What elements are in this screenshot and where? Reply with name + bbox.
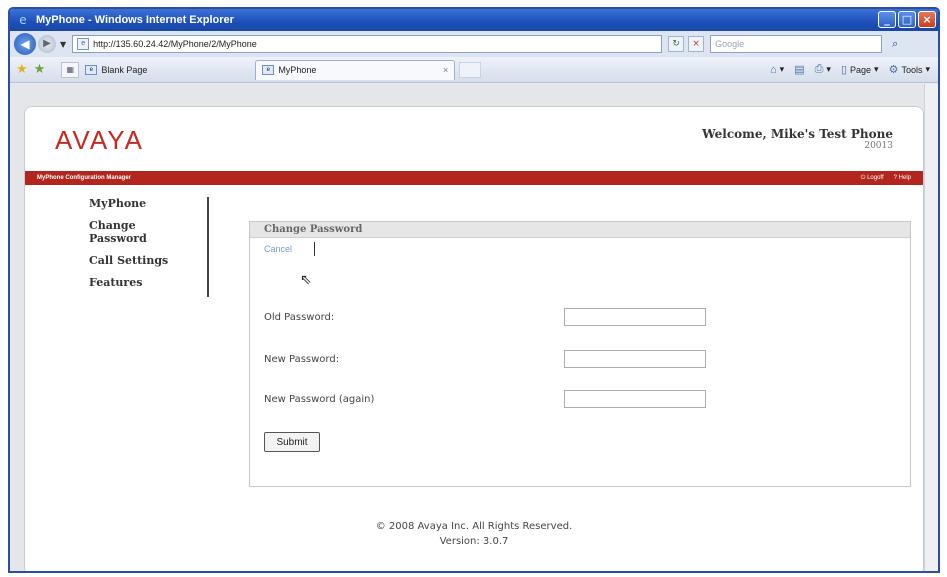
header-links: ⏻ Logoff ? Help [861, 175, 911, 182]
divider [314, 242, 315, 256]
tab-label: Blank Page [101, 64, 148, 75]
copyright-text: © 2008 Avaya Inc. All Rights Reserved. [375, 521, 573, 532]
browser-window: e MyPhone - Windows Internet Explorer _ … [8, 7, 940, 573]
sidebar-item-myphone[interactable]: MyPhone [89, 197, 207, 210]
feeds-button[interactable]: ▤ [794, 63, 804, 76]
version-text: Version: 3.0.7 [439, 536, 509, 547]
refresh-icon[interactable]: ↻ [668, 36, 685, 52]
submit-button[interactable]: Submit [264, 432, 320, 452]
avaya-logo: AVAYA [55, 125, 144, 155]
logoff-link[interactable]: ⏻ Logoff [861, 175, 884, 182]
tools-menu[interactable]: ⚙ Tools ▾ [889, 63, 930, 76]
search-input[interactable]: Google [710, 35, 883, 53]
tab-myphone[interactable]: e MyPhone × [255, 59, 456, 80]
page-icon: e [77, 38, 90, 50]
confirm-password-label: New Password (again) [264, 394, 375, 405]
address-tools: ↻ × [668, 36, 705, 52]
tab-row: ★ ★ ▦ e Blank Page e MyPhone × ⌂ ▾ ▤ ⎙ ▾ ▯… [10, 57, 938, 83]
new-tab-button[interactable] [459, 61, 482, 78]
change-password-panel: Change Password Cancel ⇖ Old Password: N… [249, 221, 911, 487]
command-bar: ⌂ ▾ ▤ ⎙ ▾ ▯ Page ▾ ⚙ Tools ▾ [770, 63, 938, 76]
welcome-block: Welcome, Mike's Test Phone 20013 [702, 127, 893, 151]
close-button[interactable]: × [918, 11, 936, 28]
gear-icon: ⚙ [888, 64, 899, 76]
back-button[interactable]: ◀ [14, 33, 36, 55]
footer: © 2008 Avaya Inc. All Rights Reserved. V… [25, 519, 923, 549]
vertical-scrollbar[interactable] [924, 84, 938, 571]
sidebar-item-change-password[interactable]: Change Password [89, 219, 169, 245]
maximize-button[interactable]: □ [898, 11, 916, 28]
stop-icon[interactable]: × [688, 36, 705, 52]
app-card: AVAYA Welcome, Mike's Test Phone 20013 M… [24, 106, 924, 571]
home-button[interactable]: ⌂ ▾ [770, 64, 784, 76]
page-menu[interactable]: ▯ Page ▾ [841, 63, 879, 76]
window-title: MyPhone - Windows Internet Explorer [36, 14, 234, 26]
close-tab-icon[interactable]: × [443, 65, 448, 75]
cancel-link[interactable]: Cancel [264, 244, 292, 254]
tab-label: MyPhone [278, 65, 317, 75]
old-password-label: Old Password: [264, 312, 335, 323]
page-icon: e [85, 64, 98, 75]
sidebar: MyPhone Change Password Call Settings Fe… [89, 197, 209, 297]
print-button[interactable]: ⎙ ▾ [815, 63, 831, 76]
home-icon: ⌂ [770, 63, 777, 76]
print-icon: ⎙ [814, 63, 824, 75]
ie-icon: e [19, 13, 27, 27]
title-bar: e MyPhone - Windows Internet Explorer _ … [10, 9, 938, 31]
page-icon: ▯ [840, 64, 848, 76]
app-name: MyPhone Configuration Manager [37, 175, 132, 181]
confirm-password-field[interactable] [564, 390, 706, 408]
panel-title: Change Password [250, 222, 910, 238]
welcome-text: Welcome, Mike's Test Phone [702, 127, 893, 141]
app-header-bar: MyPhone Configuration Manager ⏻ Logoff ?… [25, 171, 923, 185]
forward-button[interactable]: ▶ [38, 35, 56, 53]
search-icon[interactable]: ⌕ [886, 35, 904, 53]
minimize-button[interactable]: _ [878, 11, 896, 28]
sidebar-item-call-settings[interactable]: Call Settings [89, 254, 207, 267]
mouse-cursor-icon: ⇖ [300, 272, 312, 288]
page-icon: e [262, 65, 275, 75]
tab-blank-page[interactable]: e Blank Page [79, 60, 249, 80]
window-controls: _ □ × [878, 11, 936, 28]
add-favorites-icon[interactable]: ★ [34, 62, 46, 77]
address-url: http://135.60.24.42/MyPhone/2/MyPhone [93, 39, 257, 49]
page-content: AVAYA Welcome, Mike's Test Phone 20013 M… [10, 84, 924, 571]
address-field[interactable]: e http://135.60.24.42/MyPhone/2/MyPhone [72, 35, 663, 53]
favorites-star-icon[interactable]: ★ [16, 62, 28, 77]
extension-number: 20013 [864, 141, 893, 151]
feeds-icon: ▤ [794, 64, 805, 76]
help-link[interactable]: ? Help [894, 175, 911, 182]
quick-tabs-icon[interactable]: ▦ [61, 61, 80, 78]
new-password-field[interactable] [564, 350, 706, 368]
address-row: ◀ ▶ ▼ e http://135.60.24.42/MyPhone/2/My… [10, 31, 938, 57]
new-password-label: New Password: [264, 354, 340, 365]
old-password-field[interactable] [564, 308, 706, 326]
history-dropdown-icon[interactable]: ▼ [60, 40, 66, 49]
sidebar-item-features[interactable]: Features [89, 276, 207, 289]
